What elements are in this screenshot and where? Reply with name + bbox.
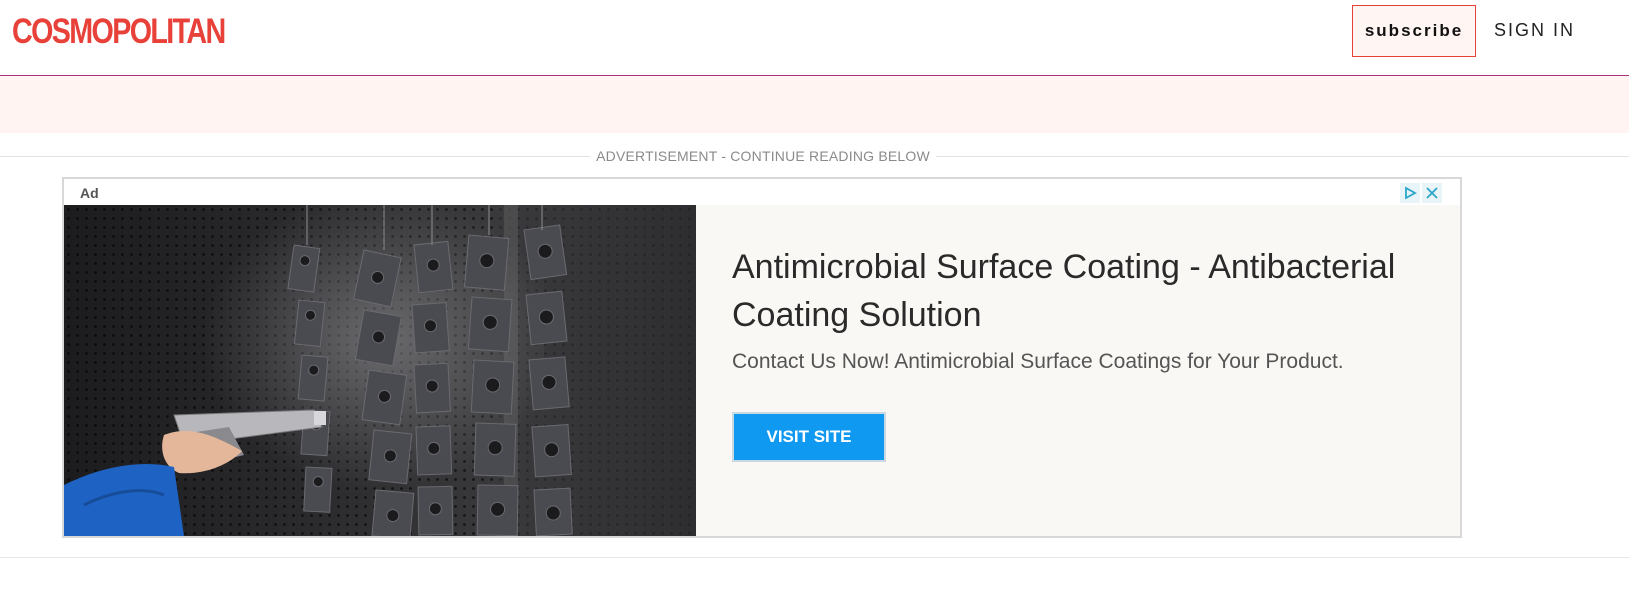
spray-coating-illustration	[64, 205, 696, 536]
ad-notice-rule-left	[0, 156, 590, 157]
adchoices-controls[interactable]	[1398, 183, 1442, 203]
play-triangle-icon[interactable]	[1400, 183, 1420, 203]
ad-image[interactable]	[64, 205, 696, 536]
subscribe-button[interactable]: subscribe	[1352, 5, 1476, 57]
cosmopolitan-logo[interactable]: COSMOPOLITAN	[12, 12, 226, 52]
ad-description: Contact Us Now! Antimicrobial Surface Co…	[732, 350, 1344, 373]
content-divider	[0, 557, 1629, 558]
ad-copy-panel: Antimicrobial Surface Coating - Antibact…	[696, 205, 1460, 536]
close-icon[interactable]	[1422, 183, 1442, 203]
ad-notice-label: ADVERTISEMENT - CONTINUE READING BELOW	[596, 148, 930, 164]
visit-site-button[interactable]: VISIT SITE	[732, 412, 886, 462]
ad-notice-row: ADVERTISEMENT - CONTINUE READING BELOW	[0, 146, 1629, 166]
sign-in-link[interactable]: SIGN IN	[1494, 20, 1575, 41]
ad-headline[interactable]: Antimicrobial Surface Coating - Antibact…	[732, 243, 1432, 339]
ad-unit[interactable]: Ad Antimicrobial Surface Coating - Antib…	[62, 177, 1462, 538]
ad-notice-rule-right	[936, 156, 1629, 157]
nav-band	[0, 76, 1629, 133]
ad-tag: Ad	[80, 185, 99, 201]
site-header: COSMOPOLITAN subscribe SIGN IN	[0, 0, 1629, 75]
